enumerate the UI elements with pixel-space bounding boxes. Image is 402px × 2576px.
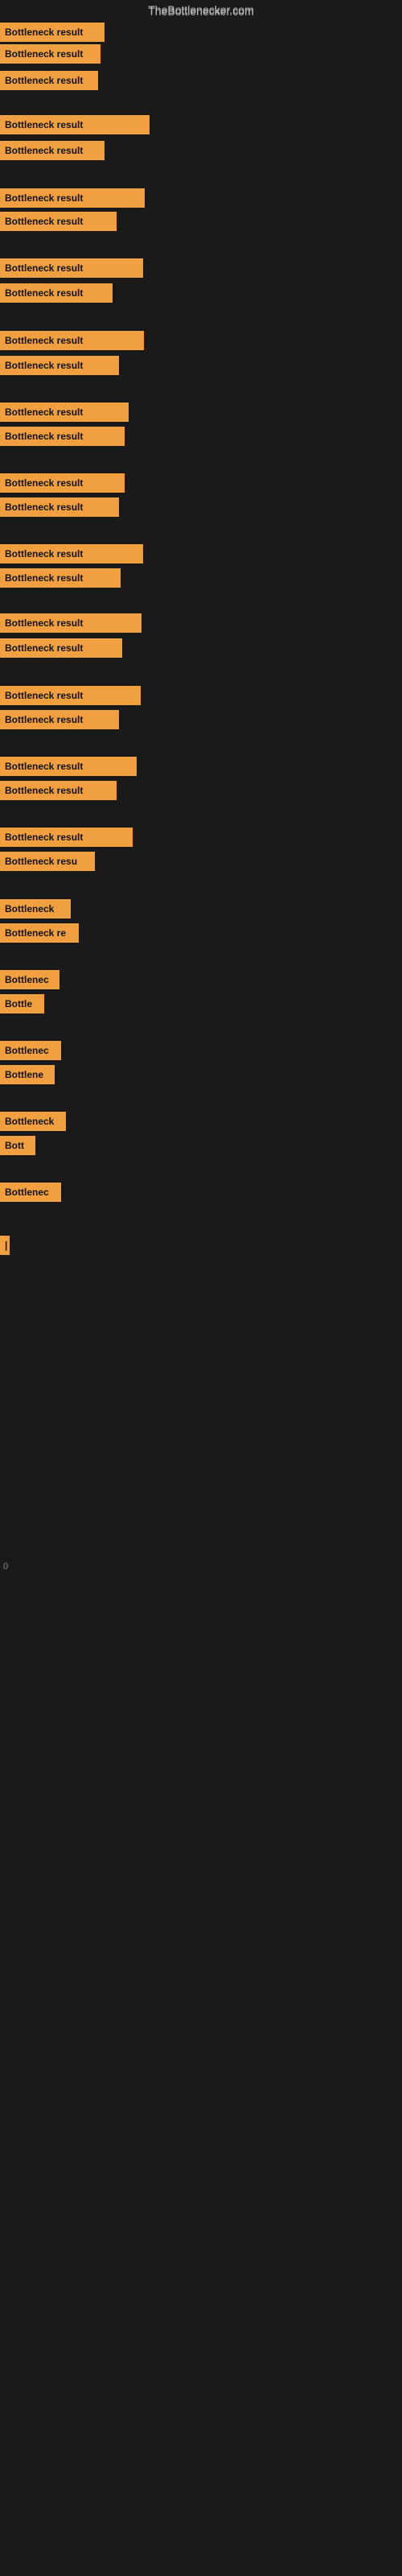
bottleneck-bar: Bottleneck <box>0 1112 66 1131</box>
bottleneck-bar: Bottleneck result <box>0 568 121 588</box>
bottleneck-bar: Bottle <box>0 994 44 1013</box>
bottleneck-label: Bottleneck <box>0 899 71 919</box>
bottleneck-label: Bottleneck result <box>0 212 117 231</box>
bottleneck-bar: Bottleneck resu <box>0 852 95 871</box>
bottleneck-label: Bottleneck result <box>0 638 122 658</box>
bottleneck-bar: Bottleneck result <box>0 44 100 64</box>
bottleneck-bar: Bottleneck result <box>0 71 98 90</box>
bottleneck-label: Bottlenec <box>0 970 59 989</box>
bottleneck-bar: Bottleneck result <box>0 781 117 800</box>
bottleneck-label: Bottleneck result <box>0 497 119 517</box>
bottleneck-label: Bottleneck <box>0 1112 66 1131</box>
bottleneck-label: Bottleneck result <box>0 710 119 729</box>
bottleneck-bar: Bottleneck result <box>0 613 142 633</box>
bottleneck-bar: Bottleneck result <box>0 356 119 375</box>
bottleneck-bar: Bottleneck result <box>0 141 105 160</box>
bottleneck-bar: Bottleneck result <box>0 331 144 350</box>
bottleneck-label: | <box>0 1236 10 1255</box>
bottleneck-bar: Bottleneck result <box>0 473 125 493</box>
bottleneck-label: Bottleneck result <box>0 258 143 278</box>
bottleneck-label: Bott <box>0 1136 35 1155</box>
bottleneck-label: Bottleneck result <box>0 356 119 375</box>
bottleneck-label: Bottleneck re <box>0 923 79 943</box>
bottleneck-bar: Bottleneck result <box>0 686 141 705</box>
bottom-axis-label: 0 <box>3 1562 8 1571</box>
bottleneck-bar: Bottleneck result <box>0 544 143 564</box>
bottleneck-bar: Bottleneck result <box>0 283 113 303</box>
bottleneck-bar: Bottleneck result <box>0 710 119 729</box>
bottleneck-label: Bottleneck result <box>0 115 150 134</box>
bottleneck-label: Bottlenec <box>0 1183 61 1202</box>
bottleneck-bar: Bottleneck result <box>0 638 122 658</box>
bottleneck-label: Bottleneck result <box>0 686 141 705</box>
bottleneck-label: Bottleneck resu <box>0 852 95 871</box>
bottleneck-bar: Bottleneck result <box>0 757 137 776</box>
bottleneck-label: Bottleneck result <box>0 473 125 493</box>
bottleneck-bar: Bottleneck result <box>0 427 125 446</box>
bottleneck-label: Bottleneck result <box>0 402 129 422</box>
bottleneck-label: Bottleneck result <box>0 331 144 350</box>
bottleneck-label: Bottleneck result <box>0 44 100 64</box>
bottleneck-bar: Bottlenec <box>0 1041 61 1060</box>
bottleneck-label: Bottleneck result <box>0 757 137 776</box>
bottleneck-bar: Bottleneck result <box>0 497 119 517</box>
bottleneck-label: Bottle <box>0 994 44 1013</box>
bottleneck-bar: Bottleneck result <box>0 402 129 422</box>
bottleneck-bar: | <box>0 1236 10 1255</box>
bottleneck-bar: Bottleneck <box>0 899 71 919</box>
bottleneck-bar: Bottlenec <box>0 970 59 989</box>
bottleneck-label: Bottleneck result <box>0 781 117 800</box>
bottleneck-bar: Bottleneck re <box>0 923 79 943</box>
bottleneck-bar: Bottleneck result <box>0 212 117 231</box>
bottleneck-label: Bottleneck result <box>0 141 105 160</box>
bottleneck-label: Bottleneck result <box>0 188 145 208</box>
bottleneck-label: Bottleneck result <box>0 283 113 303</box>
bottleneck-label: Bottlenec <box>0 1041 61 1060</box>
bottleneck-bar: Bottlene <box>0 1065 55 1084</box>
bottleneck-bar: Bottleneck result <box>0 23 105 42</box>
bottleneck-bar: Bottlenec <box>0 1183 61 1202</box>
bottleneck-bar: Bottleneck result <box>0 188 145 208</box>
bottleneck-bar: Bottleneck result <box>0 258 143 278</box>
bottleneck-label: Bottleneck result <box>0 71 98 90</box>
bottleneck-label: Bottleneck result <box>0 427 125 446</box>
bottleneck-bar: Bottleneck result <box>0 115 150 134</box>
bottleneck-label: Bottleneck result <box>0 568 121 588</box>
bottleneck-label: Bottleneck result <box>0 613 142 633</box>
bottleneck-bar: Bottleneck result <box>0 828 133 847</box>
bottleneck-label: Bottleneck result <box>0 544 143 564</box>
site-title: TheBottlenecker.com <box>0 3 402 16</box>
bottleneck-label: Bottlene <box>0 1065 55 1084</box>
bottleneck-bar: Bott <box>0 1136 35 1155</box>
bottleneck-label: Bottleneck result <box>0 828 133 847</box>
bottleneck-label: Bottleneck result <box>0 23 105 42</box>
